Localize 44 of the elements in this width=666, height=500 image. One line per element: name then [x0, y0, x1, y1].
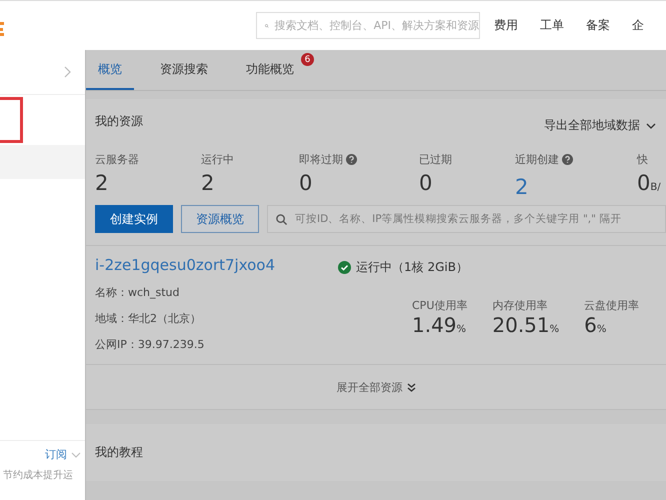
metric-label: CPU使用率: [412, 298, 468, 313]
stat-label: 运行中: [201, 152, 234, 167]
promo-text: 节约成本提升运: [2, 468, 74, 482]
stat-value: 0: [419, 171, 434, 195]
instance-field: 名称：wch_stud: [95, 285, 338, 300]
highlight-frame: [0, 97, 23, 143]
section-title: 我的教程: [95, 445, 143, 459]
overview-button[interactable]: 资源概览: [181, 205, 259, 233]
tab[interactable]: 资源搜索: [148, 50, 220, 90]
help-icon[interactable]: [562, 154, 573, 165]
expand-link[interactable]: 展开全部资源: [336, 380, 402, 394]
count-badge: 6: [301, 53, 314, 66]
metric-label: 内存使用率: [492, 298, 548, 313]
stat-label: 近期创建: [515, 152, 559, 167]
stat-value: 2: [95, 171, 110, 195]
stat-label: 云服务器: [95, 152, 139, 167]
stat-value: 0B/: [637, 171, 662, 195]
metric-value: 6%: [584, 313, 608, 337]
stat-label: 即将过期: [299, 152, 343, 167]
create-instance-button[interactable]: 创建实例: [95, 205, 173, 233]
nav-link[interactable]: 费用: [494, 17, 518, 34]
metric-value: 1.49%: [412, 313, 468, 337]
status-text: 运行中（1核 2GiB）: [356, 259, 468, 276]
tab[interactable]: 概览: [86, 50, 134, 90]
chevron-down-icon[interactable]: [646, 122, 656, 128]
search-icon: [276, 214, 287, 224]
check-circle-icon: [338, 261, 351, 274]
metric-label: 云盘使用率: [584, 298, 640, 313]
section-title: 我的资源: [95, 113, 143, 130]
export-dropdown[interactable]: 导出全部地域数据: [544, 117, 640, 134]
nav-link[interactable]: 工单: [540, 17, 564, 34]
instance-field: 公网IP：39.97.239.5: [95, 337, 338, 352]
nav-link[interactable]: 企: [632, 17, 644, 34]
double-chevron-down-icon[interactable]: [406, 382, 416, 392]
stat-value: 0: [299, 171, 314, 195]
nav-link[interactable]: 备案: [586, 17, 610, 34]
metric-value: 20.51%: [492, 313, 560, 337]
logo-icon[interactable]: [0, 22, 4, 36]
stat-label: 已过期: [419, 152, 452, 167]
stat-value: 2: [201, 171, 216, 195]
instance-field: 地域：华北2（北京）: [95, 311, 338, 326]
help-icon[interactable]: [346, 154, 357, 165]
stat-label: 快: [637, 152, 648, 167]
subscribe-link[interactable]: 订阅: [45, 447, 67, 462]
